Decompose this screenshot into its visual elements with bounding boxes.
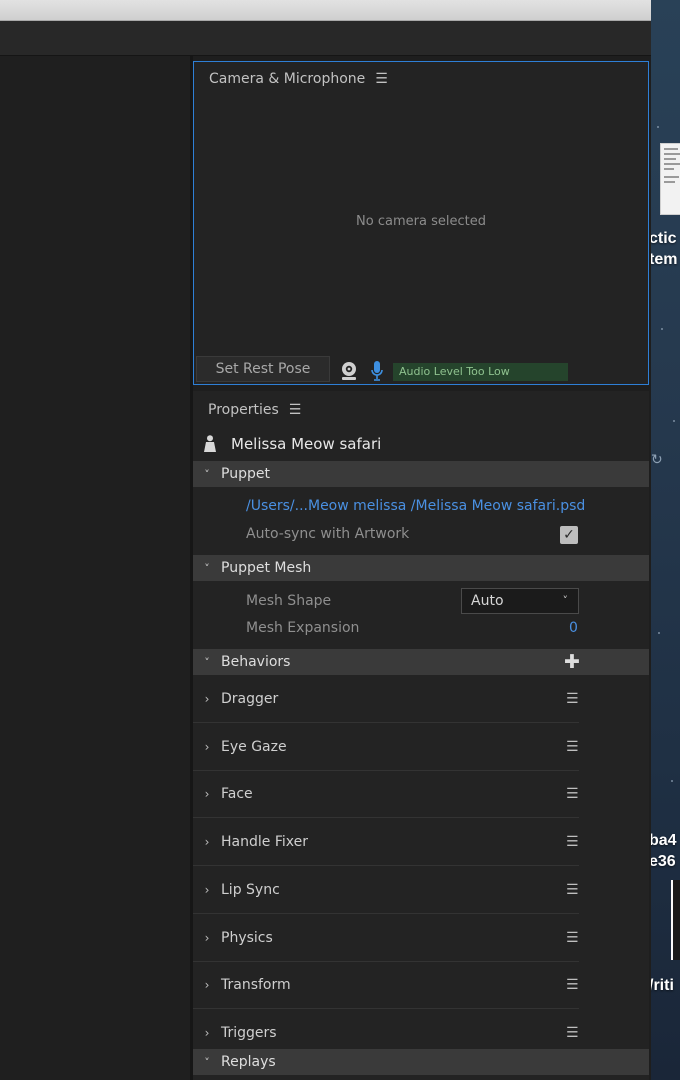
behavior-item-transform[interactable]: › Transform ☰ (193, 962, 579, 1009)
behavior-name: Transform (221, 977, 291, 993)
properties-panel-title: Properties (208, 402, 279, 418)
autosync-checkbox[interactable]: ✓ (560, 526, 578, 544)
behavior-name: Lip Sync (221, 882, 280, 898)
camera-panel-header: Camera & Microphone ☰ (209, 71, 388, 87)
chevron-down-icon: ˅ (204, 467, 210, 481)
desktop-file-label[interactable]: e36 (651, 851, 680, 872)
puppet-name: Melissa Meow safari (231, 435, 382, 453)
scene-workspace[interactable] (0, 56, 190, 1080)
desktop-sync-icon: ↻ (651, 452, 663, 468)
chevron-right-icon: › (204, 931, 210, 945)
behavior-name: Face (221, 786, 253, 802)
desktop-app-icon[interactable] (671, 880, 680, 960)
chevron-right-icon: › (204, 787, 210, 801)
behavior-name: Triggers (221, 1025, 277, 1041)
audio-level-meter: Audio Level Too Low (393, 363, 568, 381)
section-puppet[interactable]: ˅ Puppet (193, 461, 649, 487)
desktop-background: ctic tem ↻ ba4 e36 /riti (651, 0, 680, 1080)
behavior-item-eye-gaze[interactable]: › Eye Gaze ☰ (193, 724, 579, 771)
behavior-name: Eye Gaze (221, 739, 287, 755)
panel-menu-icon[interactable]: ☰ (289, 402, 302, 418)
section-title: Puppet Mesh (221, 560, 312, 576)
behavior-item-face[interactable]: › Face ☰ (193, 771, 579, 818)
set-rest-pose-button[interactable]: Set Rest Pose (196, 356, 330, 382)
desktop-file-label[interactable]: tem (651, 249, 680, 270)
mesh-shape-dropdown[interactable]: Auto ˅ (461, 588, 579, 614)
section-replays[interactable]: ˅ Replays (193, 1049, 649, 1075)
chevron-right-icon: › (204, 835, 210, 849)
chevron-down-icon: ˅ (204, 655, 210, 669)
behavior-menu-icon[interactable]: ☰ (566, 882, 579, 898)
behavior-item-handle-fixer[interactable]: › Handle Fixer ☰ (193, 819, 579, 866)
chevron-right-icon: › (204, 692, 210, 706)
behavior-item-lip-sync[interactable]: › Lip Sync ☰ (193, 867, 579, 914)
camera-panel-title: Camera & Microphone (209, 71, 366, 87)
behavior-menu-icon[interactable]: ☰ (566, 977, 579, 993)
selected-puppet: Melissa Meow safari (203, 435, 381, 453)
camera-microphone-panel: Camera & Microphone ☰ No camera selected… (193, 61, 649, 385)
chevron-down-icon: ˅ (562, 594, 569, 607)
section-behaviors[interactable]: ˅ Behaviors ✚ (193, 649, 649, 675)
behavior-menu-icon[interactable]: ☰ (566, 691, 579, 707)
chevron-right-icon: › (204, 740, 210, 754)
behavior-menu-icon[interactable]: ☰ (566, 739, 579, 755)
properties-panel: Properties ☰ Melissa Meow safari ˅ Puppe… (193, 391, 649, 1080)
behavior-name: Handle Fixer (221, 834, 308, 850)
app-toolbar (0, 21, 651, 56)
properties-panel-header: Properties ☰ (208, 402, 301, 418)
webcam-icon[interactable] (340, 361, 358, 385)
behavior-item-dragger[interactable]: › Dragger ☰ (193, 676, 579, 723)
behavior-menu-icon[interactable]: ☰ (566, 786, 579, 802)
autosync-label: Auto-sync with Artwork (246, 526, 410, 542)
mesh-shape-label: Mesh Shape (246, 593, 332, 609)
panel-menu-icon[interactable]: ☰ (375, 71, 388, 87)
desktop-file-label[interactable]: ba4 (651, 830, 680, 851)
section-title: Behaviors (221, 654, 291, 670)
section-title: Puppet (221, 466, 270, 482)
window-titlebar (0, 0, 651, 21)
desktop-file-label[interactable]: /riti (651, 975, 680, 996)
behavior-item-physics[interactable]: › Physics ☰ (193, 915, 579, 962)
section-puppet-mesh[interactable]: ˅ Puppet Mesh (193, 555, 649, 581)
puppet-icon (204, 435, 216, 452)
add-behavior-icon[interactable]: ✚ (564, 652, 580, 672)
desktop-file-label[interactable]: ctic (651, 228, 680, 249)
mesh-expansion-value[interactable]: 0 (569, 620, 578, 636)
behavior-menu-icon[interactable]: ☰ (566, 930, 579, 946)
mesh-expansion-label: Mesh Expansion (246, 620, 360, 636)
behavior-menu-icon[interactable]: ☰ (566, 1025, 579, 1041)
chevron-right-icon: › (204, 978, 210, 992)
chevron-down-icon: ˅ (204, 1055, 210, 1069)
chevron-right-icon: › (204, 1026, 210, 1040)
behavior-name: Dragger (221, 691, 279, 707)
camera-status-text: No camera selected (356, 214, 486, 229)
section-title: Replays (221, 1054, 276, 1070)
puppet-file-path-link[interactable]: /Users/...Meow melissa /Melissa Meow saf… (246, 498, 585, 514)
behavior-name: Physics (221, 930, 273, 946)
microphone-icon[interactable] (370, 360, 384, 386)
desktop-file-thumbnail[interactable] (660, 143, 680, 215)
mesh-shape-value: Auto (471, 593, 504, 609)
behavior-menu-icon[interactable]: ☰ (566, 834, 579, 850)
chevron-right-icon: › (204, 883, 210, 897)
chevron-down-icon: ˅ (204, 561, 210, 575)
